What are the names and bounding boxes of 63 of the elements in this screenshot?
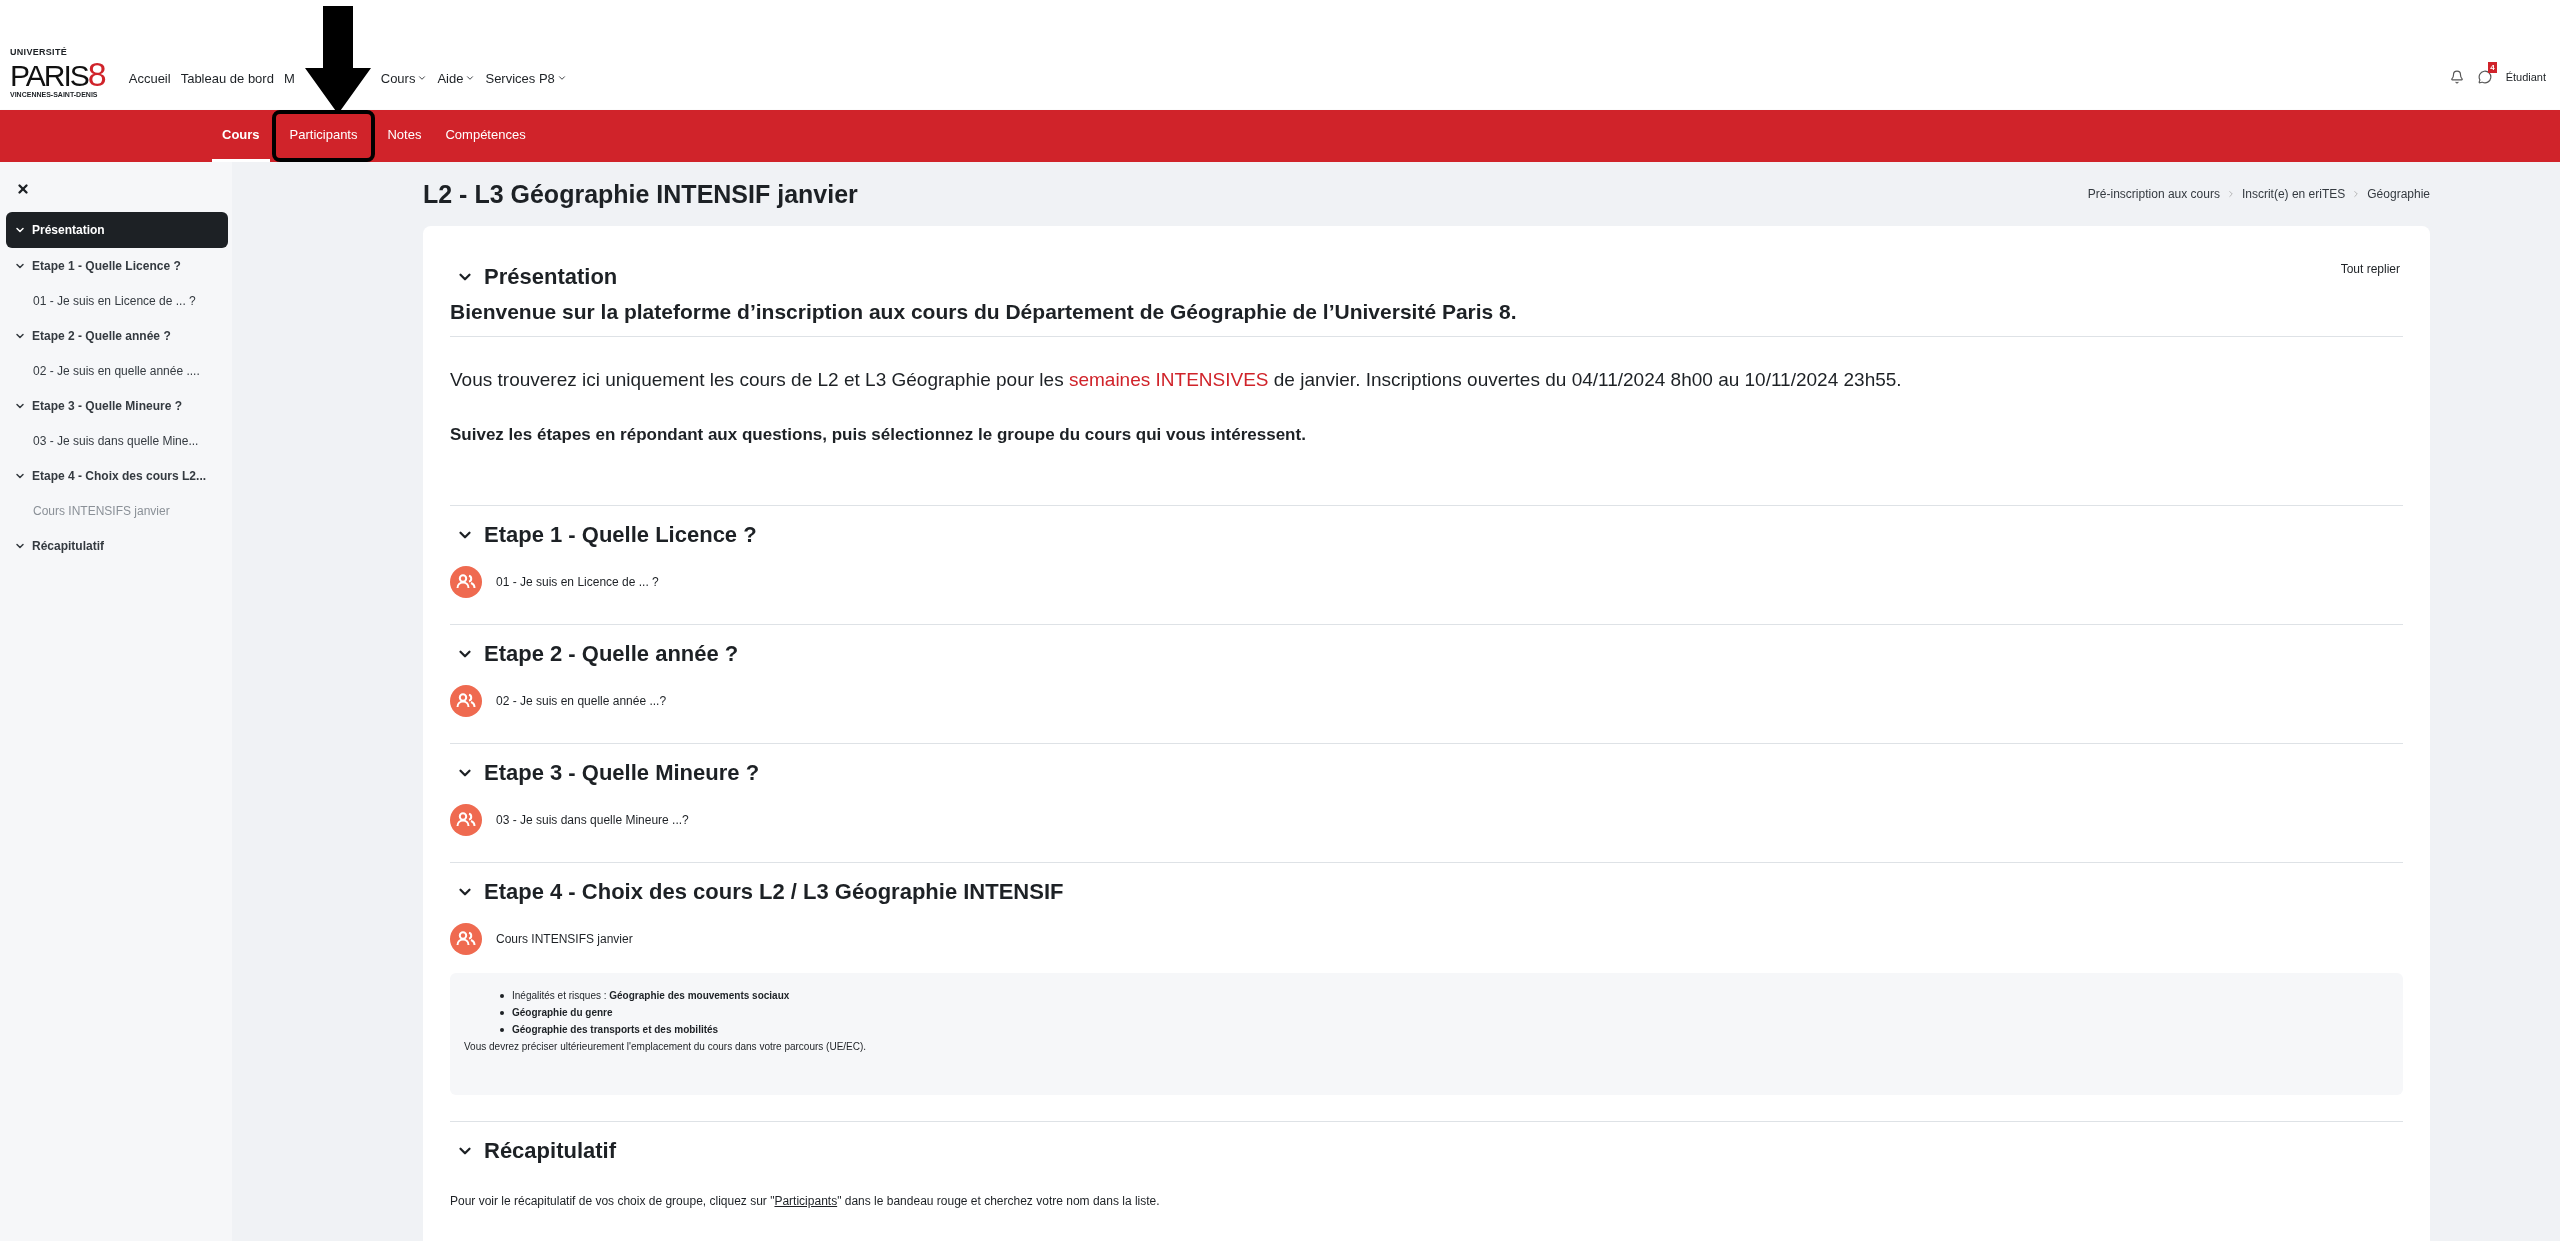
activity-link[interactable]: 02 - Je suis en quelle année ...? xyxy=(496,694,667,708)
sidebar-item[interactable]: Etape 4 - Choix des cours L2... xyxy=(6,458,228,494)
nav-link[interactable]: Aide xyxy=(437,70,476,86)
course-list-item: Inégalités et risques : Géographie des mouvements sociaux xyxy=(512,989,790,1003)
section-heading: Présentation xyxy=(484,264,618,290)
nav-link[interactable]: M xyxy=(283,70,295,86)
sidebar-item-label: Présentation xyxy=(32,223,105,237)
chat-icon[interactable] xyxy=(2477,70,2492,84)
sidebar-item-label: Etape 2 - Quelle année ? xyxy=(32,329,171,343)
course-list-item: Géographie du genre xyxy=(512,1006,613,1020)
sidebar-item[interactable]: Etape 2 - Quelle année ? xyxy=(6,318,228,354)
sidebar-item[interactable]: Récapitulatif xyxy=(6,528,228,564)
bullet-dot xyxy=(500,1027,504,1032)
activity-link[interactable]: Cours INTENSIFS janvier xyxy=(496,932,633,946)
group-choice-icon xyxy=(450,923,482,955)
logo-wordmark[interactable]: PARIS8 xyxy=(10,57,107,91)
welcome-heading: Bienvenue sur la plateforme d’inscription aux cours du Département de Géographie de l’Université Paris 8. xyxy=(450,300,2403,337)
group-choice-icon xyxy=(450,804,482,836)
section-toggle[interactable]: Récapitulatif xyxy=(450,1138,617,1164)
course-tab[interactable]: Compétences xyxy=(435,110,536,162)
nav-link[interactable]: Services P8 xyxy=(485,70,567,86)
nav-link[interactable]: Accueil xyxy=(128,70,171,86)
section-text: Pour voir le récapitulatif de vos choix de groupe, cliquez sur "Participants" dans le bandeau rouge et cherchez votre nom dans la liste. xyxy=(450,1194,1161,1208)
caret-icon xyxy=(556,73,567,83)
section-heading: Récapitulatif xyxy=(484,1138,617,1164)
nav-link[interactable]: Tableau de bord xyxy=(180,70,274,86)
sidebar-item[interactable]: Etape 3 - Quelle Mineure ? xyxy=(6,388,228,424)
sidebar-item-label: Etape 4 - Choix des cours L2... xyxy=(32,469,207,483)
user-name[interactable]: Étudiant xyxy=(2505,71,2546,83)
logo-top-text: UNIVERSITÉ xyxy=(10,48,67,57)
collapse-all-link[interactable]: Tout replier xyxy=(2340,262,2400,276)
page-title: L2 - L3 Géographie INTENSIF janvier xyxy=(423,179,858,209)
sidebar-item-label: Etape 3 - Quelle Mineure ? xyxy=(32,399,183,413)
bullet-dot xyxy=(500,993,504,998)
sidebar-item-label: Récapitulatif xyxy=(32,539,104,553)
participants-link[interactable]: Participants xyxy=(774,1194,838,1208)
breadcrumb-link[interactable]: Pré-inscription aux cours xyxy=(2087,187,2220,201)
message-count-badge: 4 xyxy=(2488,62,2497,73)
group-choice-icon xyxy=(450,685,482,717)
bullet-dot xyxy=(500,1010,504,1015)
activity-link[interactable]: 01 - Je suis en Licence de ... ? xyxy=(496,575,659,589)
course-tab[interactable]: Participants xyxy=(273,112,374,160)
activity-link[interactable]: 03 - Je suis dans quelle Mineure ...? xyxy=(496,813,689,827)
close-icon[interactable] xyxy=(16,182,30,196)
section-text: Suivez les étapes en répondant aux questions, puis sélectionnez le groupe du cours qui vous intéressent. xyxy=(450,425,1307,445)
description-note: Vous devrez préciser ultérieurement l'emplacement du cours dans votre parcours (UE/EC). xyxy=(464,1040,868,1054)
sidebar-item[interactable]: Présentation xyxy=(6,212,228,248)
section-toggle[interactable]: Présentation xyxy=(450,264,618,290)
group-choice-icon xyxy=(450,566,482,598)
sidebar-item-label: Etape 1 - Quelle Licence ? xyxy=(32,259,181,273)
course-list-item: Géographie des transports et des mobilités xyxy=(512,1023,719,1037)
bell-icon[interactable] xyxy=(2449,70,2464,84)
caret-icon xyxy=(465,73,476,83)
sidebar-subitem[interactable]: 03 - Je suis dans quelle Mine... xyxy=(6,424,228,458)
breadcrumb-link[interactable]: Géographie xyxy=(2367,187,2430,201)
sidebar-subitem[interactable]: 02 - Je suis en quelle année .... xyxy=(6,354,228,388)
course-tab[interactable]: Notes xyxy=(377,110,432,162)
sidebar-subitem[interactable]: 01 - Je suis en Licence de ... ? xyxy=(6,284,228,318)
breadcrumb-link[interactable]: Inscrit(e) en eriTES xyxy=(2241,187,2346,201)
caret-icon xyxy=(417,73,428,83)
section-text: Vous trouverez ici uniquement les cours de L2 et L3 Géographie pour les semaines INTENSIVES de janvier. Inscriptions ouvertes du 04/11/2024 8h00 au 10/11/2024 23h55. xyxy=(450,369,1903,391)
nav-link[interactable]: Cours xyxy=(380,70,428,86)
sidebar-item[interactable]: Etape 1 - Quelle Licence ? xyxy=(6,248,228,284)
